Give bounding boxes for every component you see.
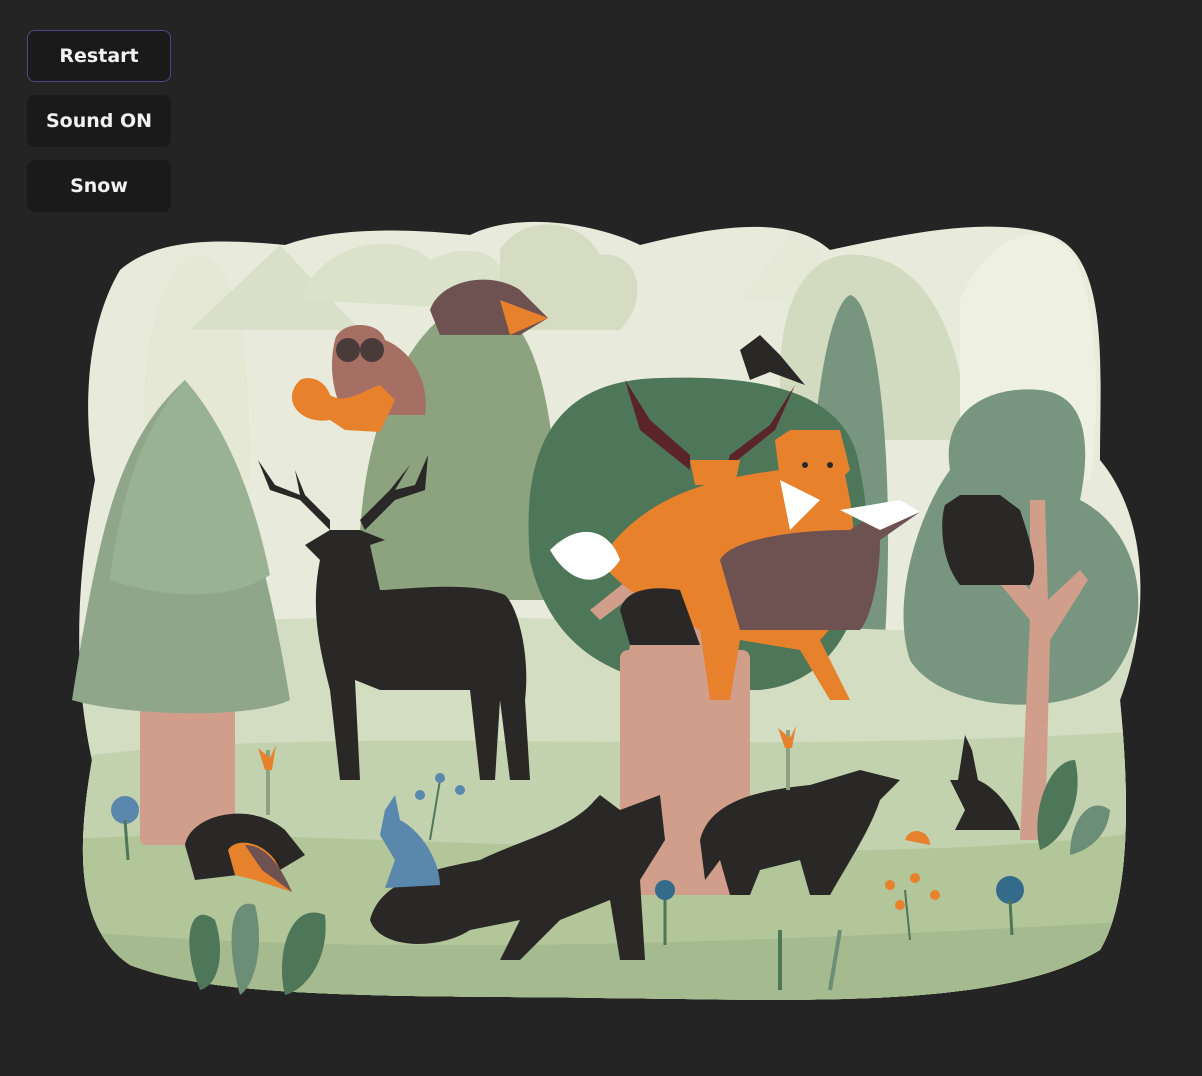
elk-head — [690, 460, 740, 485]
forest-scene[interactable] — [0, 0, 1202, 1076]
